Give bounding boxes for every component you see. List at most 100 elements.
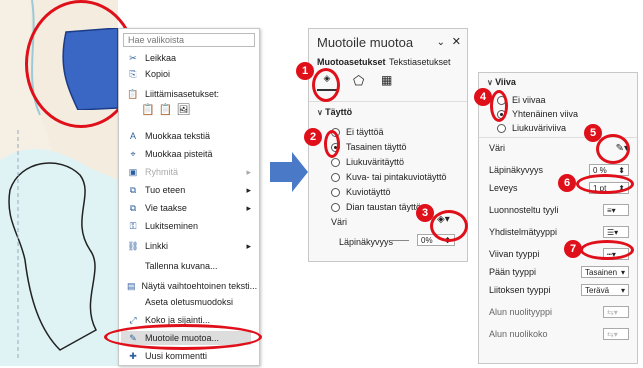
line-option-2[interactable]: Liukuväriviiva <box>497 121 566 135</box>
join-type-dropdown[interactable]: Terävä ▾ <box>581 284 629 296</box>
submenu-arrow-icon: ▸ <box>246 202 251 213</box>
menu-item-label: Näytä vaihtoehtoinen teksti... <box>141 281 258 291</box>
edit-text-icon: A <box>129 131 136 141</box>
radio-button[interactable] <box>331 187 340 197</box>
section-line[interactable]: ∨ Viiva <box>487 77 516 87</box>
badge-4: 4 <box>474 88 492 106</box>
comment-icon: ✚ <box>129 350 137 361</box>
fill-option-3[interactable]: Kuva- tai pintakuviotäyttö <box>331 170 447 184</box>
tab-shape-options[interactable]: Muotoasetukset <box>317 57 386 67</box>
menu-item-label: Vie taakse <box>145 203 187 213</box>
blank-icon <box>127 260 139 272</box>
begin-size-row: Alun nuolikoko ⇆▾ <box>489 327 629 341</box>
menu-item-0[interactable]: ✂ Leikkaa <box>127 51 251 65</box>
menu-item-6[interactable]: ⧉ Tuo eteen ▸ <box>127 183 251 197</box>
radio-button[interactable] <box>331 172 340 182</box>
cap-type-row: Pään tyyppi Tasainen ▾ <box>489 265 629 279</box>
badge-6: 6 <box>558 174 576 192</box>
alt-text-icon: ▤ <box>127 280 136 291</box>
menu-item-3[interactable]: A Muokkaa tekstiä <box>127 129 251 143</box>
fill-option-label: Kuva- tai pintakuviotäyttö <box>346 172 447 182</box>
sketch-style-dropdown[interactable]: ≡▾ <box>603 204 629 216</box>
highlight-fill-color <box>430 210 468 242</box>
line-option-label: Liukuväriviiva <box>512 123 567 133</box>
copy-icon: ⎘ <box>129 68 137 79</box>
pane-title: Muotoile muotoa <box>317 35 414 50</box>
radio-button[interactable] <box>331 202 340 212</box>
fill-option-label: Liukuväritäyttö <box>346 157 405 167</box>
compound-type-dropdown[interactable]: ☰▾ <box>603 226 629 238</box>
menu-item-2[interactable]: 📋 Liittämisasetukset: <box>127 87 251 101</box>
menu-item-8[interactable]: ⚿ Lukitseminen <box>127 219 251 233</box>
size-properties-icon[interactable]: ▦ <box>381 73 392 87</box>
highlight-line-radios <box>490 90 508 122</box>
menu-item-12[interactable]: Aseta oletusmuodoksi <box>127 295 251 309</box>
menu-item-7[interactable]: ⧉ Vie taakse ▸ <box>127 201 251 215</box>
map-canvas <box>0 0 137 366</box>
highlight-ellipse-menu <box>104 324 262 350</box>
menu-item-label: Muokkaa tekstiä <box>145 131 211 141</box>
blank-icon <box>127 296 139 308</box>
pane-options-icon[interactable]: ⌄ <box>437 37 445 48</box>
badge-7: 7 <box>564 240 582 258</box>
menu-item-label: Muokkaa pisteitä <box>145 149 213 159</box>
menu-item-label: Aseta oletusmuodoksi <box>145 297 234 307</box>
menu-item-1[interactable]: ⎘ Kopioi <box>127 67 251 81</box>
effects-icon[interactable]: ⬠ <box>353 73 364 89</box>
close-icon[interactable]: ✕ <box>452 35 461 48</box>
fill-option-2[interactable]: Liukuväritäyttö <box>331 155 404 169</box>
transparency-slider[interactable] <box>389 240 409 241</box>
highlight-line-width <box>576 174 634 194</box>
menu-item-label: Liittämisasetukset: <box>145 89 220 99</box>
menu-item-15[interactable]: ✚ Uusi kommentti <box>127 349 251 363</box>
join-type-row: Liitoksen tyyppi Terävä ▾ <box>489 283 629 297</box>
line-option-1[interactable]: Yhtenäinen viiva <box>497 107 578 121</box>
badge-5: 5 <box>584 124 602 142</box>
menu-search-input[interactable]: Hae valikoista <box>123 33 255 47</box>
sketch-style-row: Luonnosteltu tyyli ≡▾ <box>489 203 629 217</box>
menu-item-11[interactable]: ▤ Näytä vaihtoehtoinen teksti... <box>127 279 257 293</box>
fill-option-4[interactable]: Kuviotäyttö <box>331 185 391 199</box>
menu-item-label: Leikkaa <box>145 53 177 63</box>
submenu-arrow-icon: ▸ <box>246 240 251 251</box>
tab-text-options[interactable]: Tekstiasetukset <box>389 57 451 67</box>
badge-3: 3 <box>416 204 434 222</box>
menu-item-label: Kopioi <box>145 69 171 79</box>
compound-type-row: Yhdistelmätyyppi ☰▾ <box>489 225 629 239</box>
section-fill[interactable]: ∨ Täyttö <box>317 107 352 117</box>
paste-option-icon[interactable]: 📋 <box>159 103 173 116</box>
fill-option-1[interactable]: Tasainen täyttö <box>331 140 407 154</box>
line-option-label: Ei viivaa <box>512 95 546 105</box>
fill-option-label: Tasainen täyttö <box>346 142 407 152</box>
menu-item-label: Tuo eteen <box>145 185 186 195</box>
cap-type-dropdown[interactable]: Tasainen ▾ <box>581 266 629 278</box>
fill-option-5[interactable]: Dian taustan täyttö <box>331 200 421 214</box>
highlight-line-color <box>596 134 630 164</box>
highlight-fill-radios <box>324 130 340 158</box>
menu-item-label: Lukitseminen <box>145 221 199 231</box>
paste-option-icon[interactable]: 🖼 <box>176 103 190 116</box>
highlight-dash-type <box>580 240 634 260</box>
menu-item-label: Uusi kommentti <box>145 351 208 361</box>
menu-item-4[interactable]: ⌖ Muokkaa pisteitä <box>127 147 251 161</box>
begin-arrow-dropdown[interactable]: ⇆▾ <box>603 306 629 318</box>
menu-item-10[interactable]: Tallenna kuvana... <box>127 259 251 273</box>
radio-button[interactable] <box>497 123 506 133</box>
menu-item-5[interactable]: ▣ Ryhmitä ▸ <box>127 165 251 179</box>
radio-button[interactable] <box>331 157 340 167</box>
link-icon: ⛓ <box>127 240 139 251</box>
menu-item-label: Tallenna kuvana... <box>145 261 218 271</box>
context-menu: Hae valikoista ✂ Leikkaa ⎘ Kopioi 📋 Liittämis… <box>118 28 260 366</box>
begin-size-dropdown[interactable]: ⇆▾ <box>603 328 629 340</box>
paste-icon: 📋 <box>127 88 139 99</box>
badge-1: 1 <box>296 62 314 80</box>
menu-item-label: Ryhmitä <box>145 167 179 177</box>
group-icon: ▣ <box>128 166 138 177</box>
paste-option-icon[interactable]: 📋 <box>141 103 155 116</box>
fill-transparency-label: Läpinäkyvyys <box>339 237 394 247</box>
lock-icon: ⚿ <box>129 220 137 231</box>
send-backward-icon: ⧉ <box>129 202 137 213</box>
menu-item-9[interactable]: ⛓ Linkki ▸ <box>127 239 251 253</box>
submenu-arrow-icon: ▸ <box>246 184 251 195</box>
menu-item-label: Linkki <box>145 241 169 251</box>
